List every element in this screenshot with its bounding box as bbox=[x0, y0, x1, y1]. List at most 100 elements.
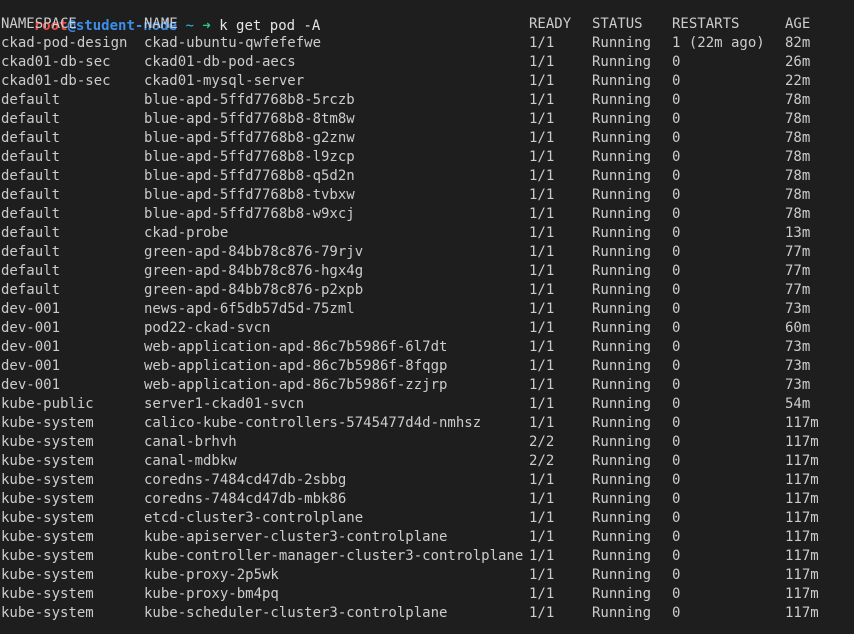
cell-name: canal-brhvh bbox=[144, 434, 237, 450]
cell-ready: 1/1 bbox=[529, 35, 555, 51]
cell-status: Running bbox=[592, 510, 652, 526]
cell-namespace: dev-001 bbox=[1, 377, 61, 393]
cell-status: Running bbox=[592, 548, 652, 564]
cell-restarts: 0 bbox=[672, 396, 681, 412]
cell-namespace: kube-system bbox=[1, 491, 94, 507]
cell-ready: 1/1 bbox=[529, 320, 555, 336]
cell-name: green-apd-84bb78c876-hgx4g bbox=[144, 263, 364, 279]
cell-status: Running bbox=[592, 282, 652, 298]
cell-name: blue-apd-5ffd7768b8-g2znw bbox=[144, 130, 355, 146]
header-name: NAME bbox=[144, 16, 178, 32]
cell-name: kube-controller-manager-cluster3-control… bbox=[144, 548, 524, 564]
cell-status: Running bbox=[592, 472, 652, 488]
cell-age: 73m bbox=[785, 358, 811, 374]
cell-namespace: default bbox=[1, 187, 61, 203]
cell-age: 77m bbox=[785, 263, 811, 279]
cell-status: Running bbox=[592, 149, 652, 165]
cell-restarts: 0 bbox=[672, 434, 681, 450]
cell-name: blue-apd-5ffd7768b8-tvbxw bbox=[144, 187, 355, 203]
cell-namespace: kube-system bbox=[1, 529, 94, 545]
cell-age: 60m bbox=[785, 320, 811, 336]
cell-age: 78m bbox=[785, 187, 811, 203]
cell-ready: 2/2 bbox=[529, 453, 555, 469]
cell-ready: 1/1 bbox=[529, 92, 555, 108]
cell-namespace: default bbox=[1, 111, 61, 127]
cell-name: ckad-probe bbox=[144, 225, 229, 241]
cell-namespace: kube-public bbox=[1, 396, 94, 412]
cell-age: 22m bbox=[785, 73, 811, 89]
cell-status: Running bbox=[592, 301, 652, 317]
cell-ready: 2/2 bbox=[529, 434, 555, 450]
cell-namespace: kube-system bbox=[1, 453, 94, 469]
cell-namespace: default bbox=[1, 168, 61, 184]
cell-namespace: ckad01-db-sec bbox=[1, 54, 111, 70]
cell-ready: 1/1 bbox=[529, 472, 555, 488]
cell-name: blue-apd-5ffd7768b8-q5d2n bbox=[144, 168, 355, 184]
cell-namespace: ckad01-db-sec bbox=[1, 73, 111, 89]
cell-status: Running bbox=[592, 187, 652, 203]
cell-ready: 1/1 bbox=[529, 111, 555, 127]
header-status: STATUS bbox=[592, 16, 643, 32]
cell-namespace: kube-system bbox=[1, 605, 94, 621]
cell-age: 117m bbox=[785, 605, 819, 621]
terminal-window[interactable]: root@student-node ~ ➜ k get pod -A NAMES… bbox=[0, 0, 854, 634]
cell-ready: 1/1 bbox=[529, 130, 555, 146]
cell-name: news-apd-6f5db57d5d-75zml bbox=[144, 301, 355, 317]
cell-age: 117m bbox=[785, 453, 819, 469]
cell-name: blue-apd-5ffd7768b8-8tm8w bbox=[144, 111, 355, 127]
cell-name: ckad01-db-pod-aecs bbox=[144, 54, 296, 70]
cell-namespace: kube-system bbox=[1, 586, 94, 602]
cell-restarts: 0 bbox=[672, 605, 681, 621]
cell-namespace: default bbox=[1, 244, 61, 260]
cell-ready: 1/1 bbox=[529, 586, 555, 602]
cell-age: 77m bbox=[785, 282, 811, 298]
cell-age: 78m bbox=[785, 130, 811, 146]
cell-namespace: kube-system bbox=[1, 548, 94, 564]
cell-name: ckad-ubuntu-qwfefefwe bbox=[144, 35, 322, 51]
cell-restarts: 0 bbox=[672, 586, 681, 602]
header-restarts: RESTARTS bbox=[672, 16, 740, 32]
cell-namespace: dev-001 bbox=[1, 339, 61, 355]
cell-age: 117m bbox=[785, 529, 819, 545]
cell-ready: 1/1 bbox=[529, 301, 555, 317]
cell-ready: 1/1 bbox=[529, 244, 555, 260]
cell-ready: 1/1 bbox=[529, 415, 555, 431]
cell-restarts: 0 bbox=[672, 453, 681, 469]
cell-name: server1-ckad01-svcn bbox=[144, 396, 305, 412]
table-header: NAMESPACE NAME READY STATUS RESTARTS AGE bbox=[0, 15, 810, 34]
cell-age: 117m bbox=[785, 434, 819, 450]
cell-status: Running bbox=[592, 111, 652, 127]
cell-status: Running bbox=[592, 244, 652, 260]
cell-namespace: kube-system bbox=[1, 415, 94, 431]
cell-status: Running bbox=[592, 434, 652, 450]
cell-age: 117m bbox=[785, 415, 819, 431]
cell-ready: 1/1 bbox=[529, 149, 555, 165]
cell-ready: 1/1 bbox=[529, 339, 555, 355]
cell-age: 117m bbox=[785, 586, 819, 602]
cell-name: calico-kube-controllers-5745477d4d-nmhsz bbox=[144, 415, 482, 431]
cell-name: green-apd-84bb78c876-79rjv bbox=[144, 244, 364, 260]
cell-status: Running bbox=[592, 92, 652, 108]
cell-namespace: default bbox=[1, 263, 61, 279]
cell-status: Running bbox=[592, 586, 652, 602]
cell-status: Running bbox=[592, 35, 652, 51]
cell-name: blue-apd-5ffd7768b8-5rczb bbox=[144, 92, 355, 108]
cell-age: 117m bbox=[785, 472, 819, 488]
cell-status: Running bbox=[592, 491, 652, 507]
cell-status: Running bbox=[592, 168, 652, 184]
cell-age: 13m bbox=[785, 225, 811, 241]
cell-age: 78m bbox=[785, 168, 811, 184]
cell-restarts: 0 bbox=[672, 301, 681, 317]
cell-ready: 1/1 bbox=[529, 567, 555, 583]
header-ready: READY bbox=[529, 16, 572, 32]
prompt-command: k get pod -A bbox=[210, 18, 321, 34]
cell-age: 78m bbox=[785, 111, 811, 127]
cell-name: web-application-apd-86c7b5986f-6l7dt bbox=[144, 339, 448, 355]
cell-restarts: 0 bbox=[672, 225, 681, 241]
cell-status: Running bbox=[592, 605, 652, 621]
cell-age: 73m bbox=[785, 339, 811, 355]
cell-status: Running bbox=[592, 453, 652, 469]
cell-ready: 1/1 bbox=[529, 396, 555, 412]
cell-age: 77m bbox=[785, 244, 811, 260]
cell-ready: 1/1 bbox=[529, 491, 555, 507]
